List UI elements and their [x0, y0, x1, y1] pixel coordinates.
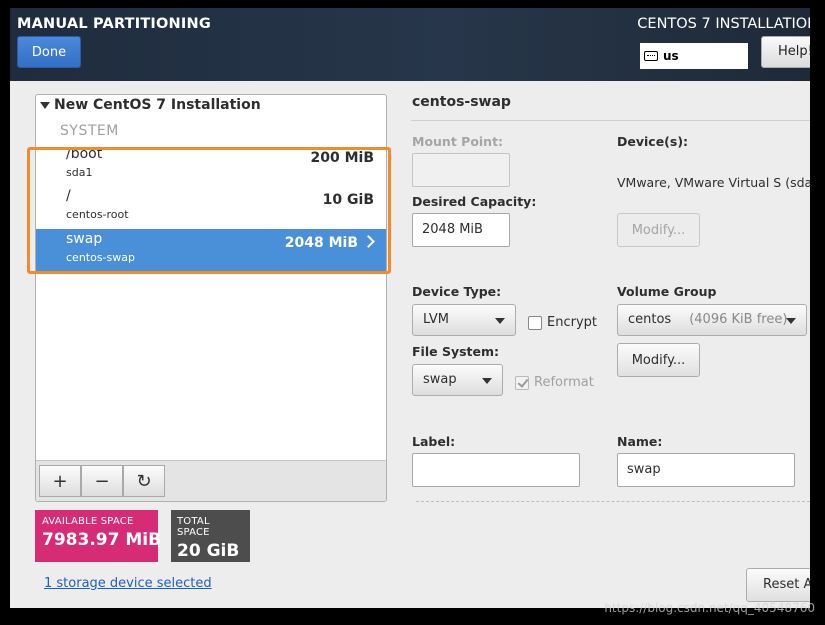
reset-all-button[interactable]: Reset All — [746, 568, 810, 602]
title-divider — [411, 120, 810, 121]
volume-group-value: centos — [628, 312, 672, 327]
name-field[interactable]: swap — [617, 453, 795, 487]
system-group-label: SYSTEM — [60, 123, 119, 139]
name-field-label: Name: — [617, 434, 663, 449]
file-system-value: swap — [423, 372, 457, 387]
devices-value: VMware, VMware Virtual S (sda) — [617, 175, 810, 190]
watermark-text: https://blog.csdn.net/qq_40548760 — [604, 601, 815, 615]
done-button[interactable]: Done — [17, 36, 81, 68]
highlight-annotation-box — [27, 147, 391, 274]
device-type-value: LVM — [423, 312, 449, 327]
device-type-dropdown[interactable]: LVM — [412, 304, 516, 336]
mount-point-label: Mount Point: — [412, 134, 504, 149]
refresh-button[interactable]: ↻ — [123, 465, 165, 497]
chevron-down-icon — [495, 318, 505, 324]
total-space-box: TOTAL SPACE 20 GiB — [171, 510, 250, 562]
installation-heading-label: New CentOS 7 Installation — [54, 97, 261, 113]
encrypt-label[interactable]: Encrypt — [547, 315, 597, 330]
partition-toolbar: + − ↻ — [36, 460, 386, 501]
chevron-down-icon — [786, 318, 796, 324]
encrypt-checkbox[interactable] — [528, 316, 542, 330]
remove-mount-point-button[interactable]: − — [81, 465, 123, 497]
refresh-icon: ↻ — [136, 470, 152, 492]
keyboard-layout-indicator[interactable]: us — [640, 43, 748, 69]
reformat-checkbox[interactable] — [515, 376, 529, 390]
volume-group-free: (4096 KiB free) — [689, 312, 788, 327]
desired-capacity-field[interactable]: 2048 MiB — [412, 213, 510, 247]
available-space-value: 7983.97 MiB — [42, 530, 162, 550]
keyboard-layout-label: us — [663, 49, 679, 63]
anaconda-window: MANUAL PARTITIONING CENTOS 7 INSTALLATIO… — [10, 8, 810, 608]
file-system-dropdown[interactable]: swap — [412, 364, 503, 396]
label-field-label: Label: — [412, 434, 456, 449]
available-space-label: AVAILABLE SPACE — [42, 516, 134, 527]
expander-triangle-icon[interactable] — [40, 101, 50, 109]
storage-device-link[interactable]: 1 storage device selected — [44, 576, 212, 591]
volume-group-dropdown[interactable]: centos (4096 KiB free) — [617, 304, 807, 336]
mount-point-field[interactable] — [412, 153, 510, 187]
dashed-divider — [416, 501, 810, 502]
volume-group-label: Volume Group — [617, 284, 717, 299]
header-bar: MANUAL PARTITIONING CENTOS 7 INSTALLATIO… — [10, 8, 810, 81]
file-system-label: File System: — [412, 344, 500, 359]
desired-capacity-label: Desired Capacity: — [412, 194, 537, 209]
reformat-label: Reformat — [534, 375, 594, 390]
total-space-label: TOTAL SPACE — [177, 516, 210, 538]
add-mount-point-button[interactable]: + — [39, 465, 81, 497]
modify-devices-button[interactable]: Modify... — [617, 213, 700, 247]
page-title: MANUAL PARTITIONING — [17, 16, 211, 32]
label-field[interactable] — [412, 453, 580, 487]
chevron-down-icon — [482, 378, 492, 384]
device-type-label: Device Type: — [412, 284, 502, 299]
devices-label: Device(s): — [617, 134, 689, 149]
help-button[interactable]: Help! — [761, 36, 810, 68]
product-title: CENTOS 7 INSTALLATION — [637, 16, 810, 32]
selected-partition-title: centos-swap — [412, 94, 511, 110]
available-space-box: AVAILABLE SPACE 7983.97 MiB — [35, 510, 162, 562]
installation-heading[interactable]: New CentOS 7 Installation — [40, 97, 261, 113]
keyboard-icon — [644, 51, 658, 61]
total-space-value: 20 GiB — [177, 541, 240, 561]
modify-volume-group-button[interactable]: Modify... — [617, 343, 700, 377]
